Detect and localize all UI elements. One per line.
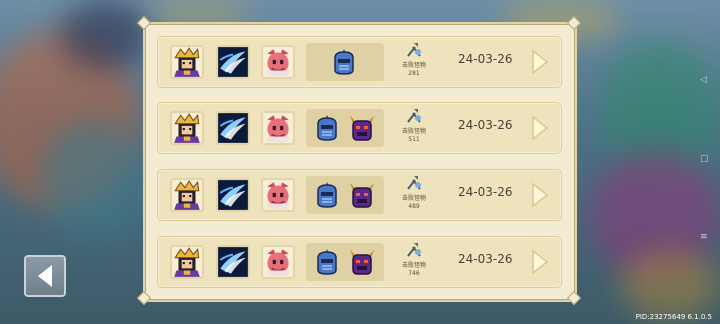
kills-label: 击败怪物 xyxy=(401,195,426,202)
swords-icon xyxy=(406,242,422,258)
demon-enemy-icon xyxy=(346,246,378,278)
pet-icon xyxy=(261,45,295,79)
enemy-list xyxy=(306,43,384,81)
record-row: 击败怪物 281 24-03-26 xyxy=(157,36,562,88)
kills-stat: 击败怪物 281 xyxy=(400,42,428,78)
kills-label: 击败怪物 xyxy=(401,262,426,269)
kills-stat: 击败怪物 489 xyxy=(400,175,428,211)
hero-portrait xyxy=(170,111,204,145)
skill-icon xyxy=(216,45,250,79)
kills-stat: 击败怪物 511 xyxy=(400,108,428,144)
nav-back-icon[interactable]: ◁ xyxy=(700,75,710,85)
pet-icon xyxy=(261,178,295,212)
kills-label: 击败怪物 xyxy=(401,128,426,135)
knight-enemy-icon xyxy=(311,112,343,144)
back-button[interactable] xyxy=(24,255,66,297)
record-row: 击败怪物 511 24-03-26 xyxy=(157,102,562,154)
skill-icon xyxy=(216,245,250,279)
knight-enemy-icon xyxy=(328,46,360,78)
record-date: 24-03-26 xyxy=(458,185,513,199)
hero-portrait xyxy=(170,178,204,212)
hero-portrait xyxy=(170,45,204,79)
nav-home-icon[interactable]: ▢ xyxy=(700,154,710,164)
nav-menu-icon[interactable]: ≡ xyxy=(700,232,710,242)
view-record-arrow-icon[interactable] xyxy=(530,249,550,275)
build-id: PID:23275649 6.1.0.5 xyxy=(635,313,712,321)
demon-enemy-icon xyxy=(346,179,378,211)
enemy-list xyxy=(306,243,384,281)
knight-enemy-icon xyxy=(311,179,343,211)
view-record-arrow-icon[interactable] xyxy=(530,115,550,141)
record-date: 24-03-26 xyxy=(458,252,513,266)
enemy-list xyxy=(306,109,384,147)
skill-icon xyxy=(216,178,250,212)
enemy-list xyxy=(306,176,384,214)
kills-count: 489 xyxy=(408,203,420,210)
skill-icon xyxy=(216,111,250,145)
kills-count: 281 xyxy=(408,70,420,77)
swords-icon xyxy=(406,175,422,191)
swords-icon xyxy=(406,42,422,58)
record-date: 24-03-26 xyxy=(458,52,513,66)
view-record-arrow-icon[interactable] xyxy=(530,182,550,208)
hero-portrait xyxy=(170,245,204,279)
kills-label: 击败怪物 xyxy=(401,62,426,69)
back-arrow-icon xyxy=(38,265,52,287)
kills-count: 746 xyxy=(408,270,420,277)
demon-enemy-icon xyxy=(346,112,378,144)
record-row: 击败怪物 489 24-03-26 xyxy=(157,169,562,221)
knight-enemy-icon xyxy=(311,246,343,278)
record-row: 击败怪物 746 24-03-26 xyxy=(157,236,562,288)
kills-count: 511 xyxy=(408,136,420,143)
swords-icon xyxy=(406,108,422,124)
pet-icon xyxy=(261,111,295,145)
record-date: 24-03-26 xyxy=(458,118,513,132)
view-record-arrow-icon[interactable] xyxy=(530,49,550,75)
kills-stat: 击败怪物 746 xyxy=(400,242,428,278)
pet-icon xyxy=(261,245,295,279)
